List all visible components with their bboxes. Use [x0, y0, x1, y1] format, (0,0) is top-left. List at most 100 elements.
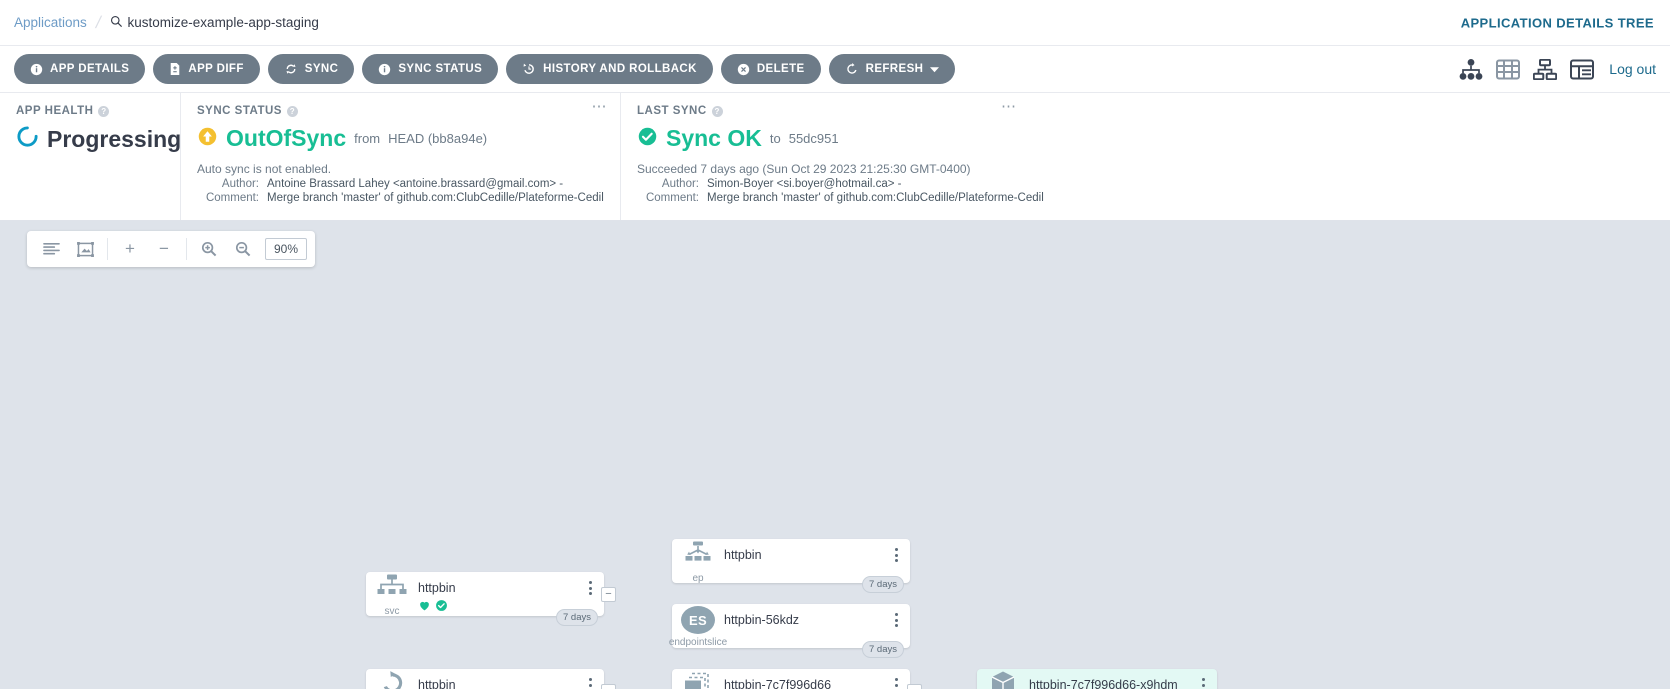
- tree-node-rs[interactable]: rs httpbin-7c7f996d66 7 days rev:1: [672, 669, 910, 689]
- tree-node-rs-icon-wrap: rs: [672, 669, 724, 689]
- deployment-icon: [379, 670, 406, 689]
- tree-node-svc-kind: svc: [385, 606, 400, 617]
- toolbar-divider: [107, 238, 108, 260]
- last-sync-menu-button[interactable]: ⋯: [1001, 103, 1018, 111]
- tree-node-svc-icon-wrap: svc: [366, 572, 418, 616]
- tree-node-ep-menu-button[interactable]: [890, 548, 902, 562]
- view-title[interactable]: APPLICATION DETAILS TREE: [1461, 15, 1654, 30]
- check-circle-icon: [435, 599, 448, 617]
- tree-view-icon[interactable]: [1459, 59, 1483, 80]
- sync-status-revision[interactable]: HEAD (bb8a94e): [388, 131, 487, 146]
- last-sync-to-label: to: [770, 131, 781, 146]
- sync-comment-key: Comment:: [197, 192, 259, 204]
- zoom-out-icon[interactable]: [227, 234, 259, 264]
- refresh-button[interactable]: REFRESH: [829, 54, 956, 84]
- progressing-circle-icon: [16, 125, 39, 153]
- out-of-sync-arrow-icon: [197, 126, 218, 152]
- help-icon[interactable]: ?: [98, 106, 109, 117]
- pods-grid-icon[interactable]: [1496, 59, 1520, 80]
- sync-status-pane: ⋯ SYNC STATUS ? OutOfSync from HEAD (bb8…: [180, 93, 620, 220]
- last-sync-note: Succeeded 7 days ago (Sun Oct 29 2023 21…: [637, 162, 1654, 176]
- collapse-toggle[interactable]: −: [907, 684, 922, 689]
- tree-node-rs-menu-button[interactable]: [890, 678, 902, 689]
- tree-node-ep-pills: 7 days: [862, 576, 904, 593]
- breadcrumb-current: kustomize-example-app-staging: [110, 15, 319, 31]
- last-sync-revision[interactable]: 55dc951: [789, 131, 839, 146]
- last-sync-comment-key: Comment:: [637, 192, 699, 204]
- search-icon: [110, 15, 123, 31]
- tree-node-pod-menu-button[interactable]: [1197, 678, 1209, 689]
- last-sync-author-value: Simon-Boyer <si.boyer@hotmail.ca> -: [707, 178, 901, 190]
- refresh-button-label: REFRESH: [866, 63, 924, 75]
- network-view-icon[interactable]: [1533, 59, 1557, 80]
- sync-status-button[interactable]: SYNC STATUS: [362, 54, 498, 84]
- tree-node-endpointslice[interactable]: ES endpointslice httpbin-56kdz 7 days: [672, 604, 910, 648]
- help-icon[interactable]: ?: [287, 106, 298, 117]
- fit-to-screen-icon[interactable]: [69, 234, 101, 264]
- info-icon: [30, 63, 43, 76]
- last-sync-comment-value: Merge branch 'master' of github.com:Club…: [707, 192, 1044, 204]
- tree-node-endpointslice-kind: endpointslice: [669, 637, 727, 648]
- app-health-pane: APP HEALTH ? Progressing: [0, 93, 180, 220]
- list-view-icon[interactable]: [1570, 59, 1594, 80]
- replicaset-icon: [684, 671, 712, 689]
- application-tree-canvas[interactable]: + − 90%: [0, 221, 1670, 689]
- zoom-in-icon[interactable]: [193, 234, 225, 264]
- help-icon[interactable]: ?: [712, 106, 723, 117]
- last-sync-author-key: Author:: [637, 178, 699, 190]
- age-pill: 7 days: [862, 576, 904, 593]
- delete-button[interactable]: DELETE: [721, 54, 821, 84]
- tree-node-endpointslice-title: httpbin-56kdz: [724, 613, 910, 627]
- action-toolbar: APP DETAILS APP DIFF SYNC SYNC STATUS HI…: [0, 46, 1670, 93]
- sync-author-row: Author: Antoine Brassard Lahey <antoine.…: [197, 178, 604, 190]
- breadcrumb-app-name: kustomize-example-app-staging: [128, 15, 319, 30]
- pod-cube-icon: [989, 669, 1017, 689]
- tree-node-deploy[interactable]: deploy httpbin 7 days: [366, 669, 604, 689]
- collapse-toggle[interactable]: −: [601, 684, 616, 689]
- tree-node-rs-title: httpbin-7c7f996d66: [724, 678, 910, 689]
- tree-node-deploy-menu-button[interactable]: [584, 678, 596, 689]
- sync-status-from-label: from: [354, 131, 380, 146]
- tree-node-endpointslice-menu-button[interactable]: [890, 613, 902, 627]
- app-diff-button[interactable]: APP DIFF: [153, 54, 259, 84]
- last-sync-title: LAST SYNC: [637, 105, 707, 117]
- tree-node-ep[interactable]: ep httpbin 7 days: [672, 539, 910, 583]
- sync-status-title-row: SYNC STATUS ?: [197, 105, 604, 117]
- breadcrumb-applications-link[interactable]: Applications: [14, 15, 87, 30]
- expand-all-button[interactable]: +: [114, 234, 146, 264]
- collapse-toggle[interactable]: −: [601, 587, 616, 602]
- history-and-rollback-button-label: HISTORY AND ROLLBACK: [543, 63, 697, 75]
- info-icon: [378, 63, 391, 76]
- app-details-button-label: APP DETAILS: [50, 63, 129, 75]
- zoom-level-input[interactable]: 90%: [265, 238, 307, 260]
- tree-node-pod[interactable]: pod httpbin-7c7f996d66-x9hdm 7 days runn…: [977, 669, 1217, 689]
- tree-node-ep-kind: ep: [692, 573, 703, 584]
- tree-nodes-layer: − − − − − − kustomize-example-app-stagi.…: [0, 221, 1670, 689]
- logout-button[interactable]: Log out: [1609, 61, 1656, 77]
- tree-node-pod-title: httpbin-7c7f996d66-x9hdm: [1029, 678, 1217, 689]
- sync-status-value: OutOfSync: [226, 125, 346, 152]
- app-health-title-row: APP HEALTH ?: [16, 105, 164, 117]
- breadcrumb-bar: Applications / kustomize-example-app-sta…: [0, 0, 1670, 46]
- service-icon: [377, 574, 407, 603]
- check-circle-icon: [637, 126, 658, 152]
- tree-node-deploy-title: httpbin: [418, 678, 604, 689]
- age-pill: 7 days: [862, 641, 904, 658]
- tree-node-svc[interactable]: svc httpbin 7 days: [366, 572, 604, 616]
- app-details-button[interactable]: APP DETAILS: [14, 54, 145, 84]
- sync-status-menu-button[interactable]: ⋯: [592, 103, 609, 111]
- sync-button[interactable]: SYNC: [268, 54, 355, 84]
- delete-button-label: DELETE: [757, 63, 805, 75]
- sync-author-value: Antoine Brassard Lahey <antoine.brassard…: [267, 178, 563, 190]
- endpointslice-kind-icon: ES: [681, 606, 715, 634]
- age-pill: 7 days: [556, 609, 598, 626]
- chevron-down-icon: [930, 66, 939, 73]
- sync-button-label: SYNC: [305, 63, 339, 75]
- align-left-icon[interactable]: [35, 234, 67, 264]
- last-sync-comment-row: Comment: Merge branch 'master' of github…: [637, 192, 1654, 204]
- collapse-all-button[interactable]: −: [148, 234, 180, 264]
- sync-status-headline: OutOfSync from HEAD (bb8a94e): [197, 125, 604, 152]
- history-and-rollback-button[interactable]: HISTORY AND ROLLBACK: [506, 54, 713, 84]
- status-strip: APP HEALTH ? Progressing ⋯ SYNC STATUS ?…: [0, 93, 1670, 221]
- tree-node-svc-menu-button[interactable]: [584, 581, 596, 595]
